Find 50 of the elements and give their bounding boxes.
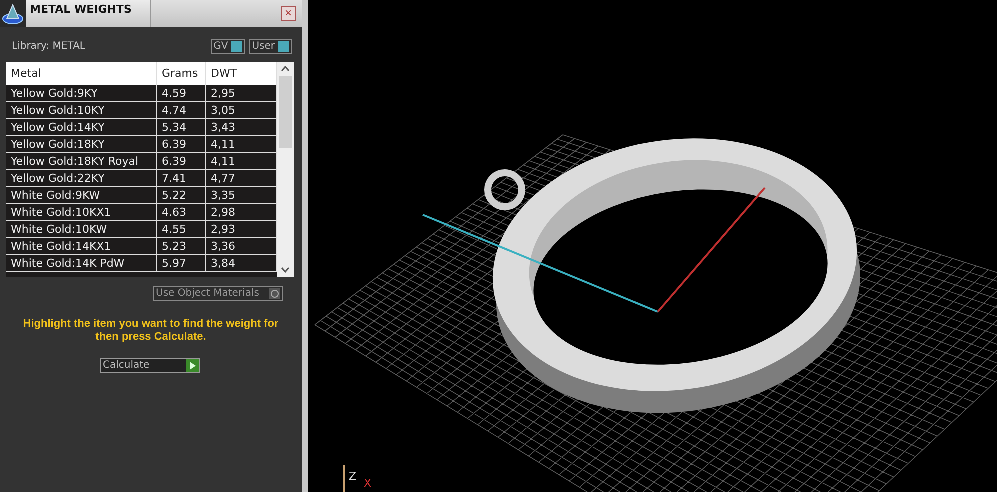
table-cell[interactable]: 3,84 bbox=[206, 255, 277, 272]
table-cell[interactable]: 5.97 bbox=[157, 255, 206, 272]
table-cell[interactable]: 4.59 bbox=[157, 85, 206, 102]
column-header[interactable]: DWT bbox=[206, 62, 277, 85]
axis-label: X bbox=[364, 477, 372, 490]
table-cell[interactable]: 2,93 bbox=[206, 221, 277, 238]
panel-title: METAL WEIGHTS bbox=[26, 0, 150, 27]
axis-label: Z bbox=[349, 470, 357, 483]
table-cell[interactable]: 4,11 bbox=[206, 136, 277, 153]
table-cell[interactable]: White Gold:14K PdW bbox=[6, 255, 157, 272]
close-button[interactable]: × bbox=[281, 6, 296, 21]
scrollbar-thumb[interactable] bbox=[279, 76, 292, 148]
table-cell[interactable]: Yellow Gold:10KY bbox=[6, 102, 157, 119]
table-cell[interactable]: White Gold:10KW bbox=[6, 221, 157, 238]
table-cell[interactable]: 3,35 bbox=[206, 187, 277, 204]
column-header[interactable]: Metal bbox=[6, 62, 157, 85]
instruction-text: Highlight the item you want to find the weight for then press Calculate. bbox=[22, 317, 280, 344]
table-cell[interactable]: 6.39 bbox=[157, 153, 206, 170]
table-cell[interactable]: Yellow Gold:18KY bbox=[6, 136, 157, 153]
table-cell[interactable]: 5.34 bbox=[157, 119, 206, 136]
table-cell[interactable]: White Gold:9KW bbox=[6, 187, 157, 204]
toggle-switch[interactable]: User bbox=[249, 38, 292, 54]
table-cell[interactable]: 7.41 bbox=[157, 170, 206, 187]
axis-line bbox=[343, 465, 345, 492]
table-cell[interactable]: 3,43 bbox=[206, 119, 277, 136]
column-header[interactable]: Grams bbox=[157, 62, 206, 85]
app-logo-icon bbox=[2, 3, 24, 25]
table-cell[interactable]: White Gold:10KX1 bbox=[6, 204, 157, 221]
table-cell[interactable]: 2,98 bbox=[206, 204, 277, 221]
table-cell[interactable]: 2,95 bbox=[206, 85, 277, 102]
table-cell[interactable]: 4,77 bbox=[206, 170, 277, 187]
use-object-materials-toggle[interactable]: Use Object Materials bbox=[153, 286, 283, 301]
table-cell[interactable]: Yellow Gold:14KY bbox=[6, 119, 157, 136]
table-cell[interactable]: White Gold:14KX1 bbox=[6, 238, 157, 255]
table-cell[interactable]: 4.63 bbox=[157, 204, 206, 221]
play-icon bbox=[190, 362, 196, 370]
table-cell[interactable]: Yellow Gold:18KY Royal bbox=[6, 153, 157, 170]
table-cell[interactable]: Yellow Gold:9KY bbox=[6, 85, 157, 102]
table-cell[interactable]: 4,11 bbox=[206, 153, 277, 170]
table-cell[interactable]: 3,36 bbox=[206, 238, 277, 255]
table-cell[interactable]: 3,05 bbox=[206, 102, 277, 119]
table-cell[interactable]: 4.74 bbox=[157, 102, 206, 119]
table-cell[interactable]: Yellow Gold:22KY bbox=[6, 170, 157, 187]
table-cell[interactable]: 6.39 bbox=[157, 136, 206, 153]
table-cell[interactable]: 5.22 bbox=[157, 187, 206, 204]
table-cell[interactable]: 5.23 bbox=[157, 238, 206, 255]
calculate-button[interactable]: Calculate bbox=[100, 358, 200, 373]
toggle-switch[interactable]: GV bbox=[210, 38, 246, 54]
table-cell[interactable]: 4.55 bbox=[157, 221, 206, 238]
library-label: Library: METAL bbox=[12, 40, 86, 52]
